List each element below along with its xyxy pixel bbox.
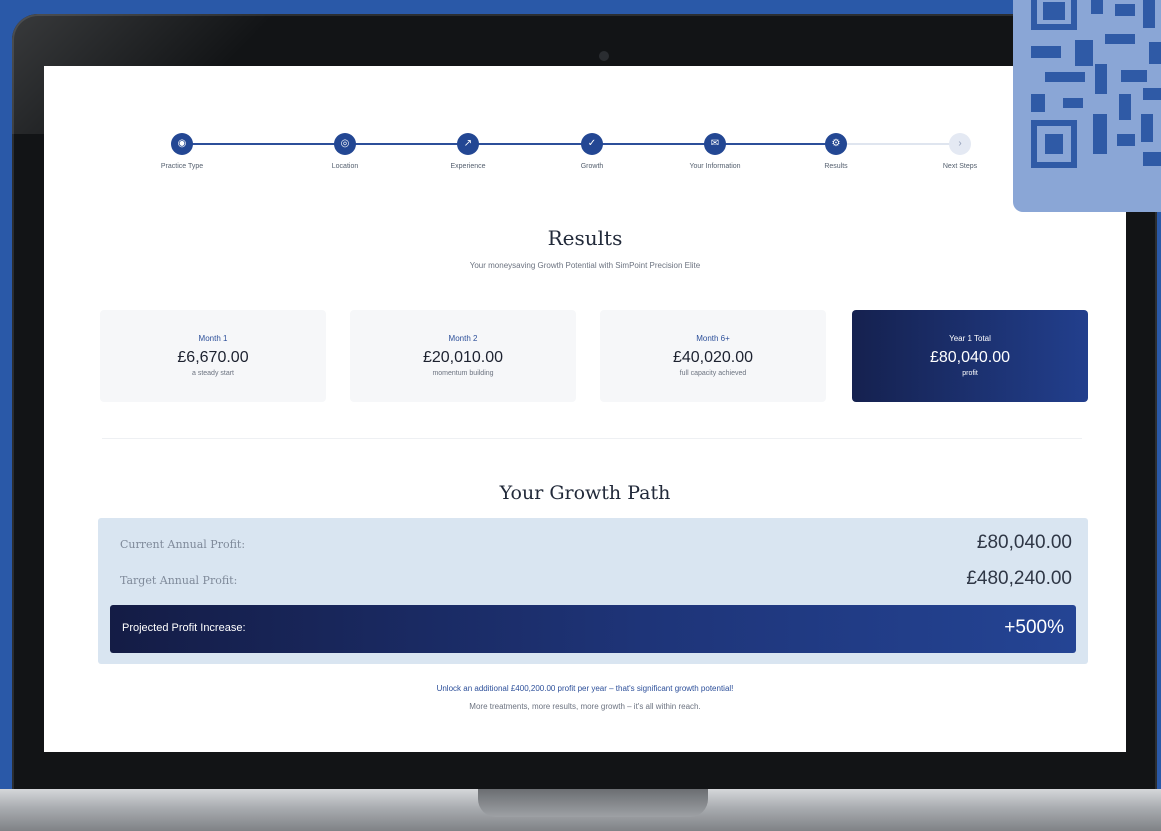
- step-4-label: Growth: [580, 163, 604, 170]
- step-1-label: Practice Type: [160, 163, 204, 170]
- step-2-label: Location: [331, 163, 359, 170]
- target-profit-row: Target Annual Profit: £480,240.00: [98, 566, 1088, 596]
- card-month-1[interactable]: Month 1 £6,670.00 a steady start: [100, 310, 326, 402]
- footer-line-2: More treatments, more results, more grow…: [469, 702, 701, 711]
- progress-stepper: ◉ Practice Type ◎ Location ↗ Experience …: [44, 66, 1126, 186]
- arrow-icon: ›: [958, 138, 962, 149]
- card-value: £40,020.00: [672, 349, 754, 366]
- laptop-notch: [478, 789, 708, 817]
- step-4-dot[interactable]: ✓: [581, 133, 603, 155]
- screen: ◉ Practice Type ◎ Location ↗ Experience …: [44, 66, 1126, 752]
- card-value: £6,670.00: [177, 349, 249, 366]
- step-3-dot[interactable]: ↗: [457, 133, 479, 155]
- card-sub: full capacity achieved: [679, 370, 747, 377]
- projected-increase-bar: Projected Profit Increase: +500%: [110, 605, 1076, 653]
- gear-icon: ⚙: [831, 138, 841, 149]
- card-value: £20,010.00: [422, 349, 504, 366]
- step-2-dot[interactable]: ◎: [334, 133, 356, 155]
- target-profit-value: £480,240.00: [966, 568, 1072, 589]
- stepper-line-complete: [182, 143, 836, 145]
- step-5-dot[interactable]: ✉: [704, 133, 726, 155]
- footer-line-1: Unlock an additional £400,200.00 profit …: [436, 684, 734, 693]
- trend-icon: ↗: [463, 138, 473, 149]
- step-6-dot[interactable]: ⚙: [825, 133, 847, 155]
- qr-code-card[interactable]: [1013, 0, 1161, 212]
- card-sub: momentum building: [432, 370, 494, 377]
- card-sub: a steady start: [191, 370, 235, 377]
- step-1-dot[interactable]: ◉: [171, 133, 193, 155]
- step-6-label: Results: [824, 163, 848, 170]
- step-5-label: Your Information: [689, 163, 741, 170]
- step-3-label: Experience: [450, 163, 486, 170]
- step-7-dot[interactable]: ›: [949, 133, 971, 155]
- chart-icon: ✓: [587, 138, 597, 149]
- step-7-label: Next Steps: [942, 163, 978, 170]
- card-label: Year 1 Total: [949, 334, 991, 343]
- mail-icon: ✉: [710, 138, 720, 149]
- card-month-6[interactable]: Month 6+ £40,020.00 full capacity achiev…: [600, 310, 826, 402]
- current-profit-row: Current Annual Profit: £80,040.00: [98, 530, 1088, 560]
- card-label: Month 1: [198, 334, 228, 343]
- qr-code-icon: [1031, 0, 1161, 168]
- card-sub: profit: [962, 370, 978, 377]
- card-label: Month 6+: [696, 334, 730, 343]
- current-profit-label: Current Annual Profit:: [120, 538, 246, 551]
- projected-increase-value: +500%: [1004, 617, 1064, 638]
- person-icon: ◉: [177, 138, 187, 149]
- projected-increase-label: Projected Profit Increase:: [122, 622, 246, 634]
- current-profit-value: £80,040.00: [976, 532, 1072, 553]
- section-divider: [102, 438, 1082, 439]
- results-title: Results: [547, 226, 623, 250]
- location-icon: ◎: [340, 138, 350, 149]
- card-value: £80,040.00: [929, 349, 1011, 366]
- target-profit-label: Target Annual Profit:: [120, 574, 238, 587]
- card-month-2[interactable]: Month 2 £20,010.00 momentum building: [350, 310, 576, 402]
- growth-title: Your Growth Path: [499, 482, 671, 504]
- stepper-line-pending: [836, 143, 960, 145]
- card-label: Month 2: [448, 334, 478, 343]
- results-subtitle: Your moneysaving Growth Potential with S…: [469, 261, 701, 270]
- camera-dot: [599, 51, 609, 61]
- card-year-1-total[interactable]: Year 1 Total £80,040.00 profit: [852, 310, 1088, 402]
- growth-panel: Current Annual Profit: £80,040.00 Target…: [98, 518, 1088, 664]
